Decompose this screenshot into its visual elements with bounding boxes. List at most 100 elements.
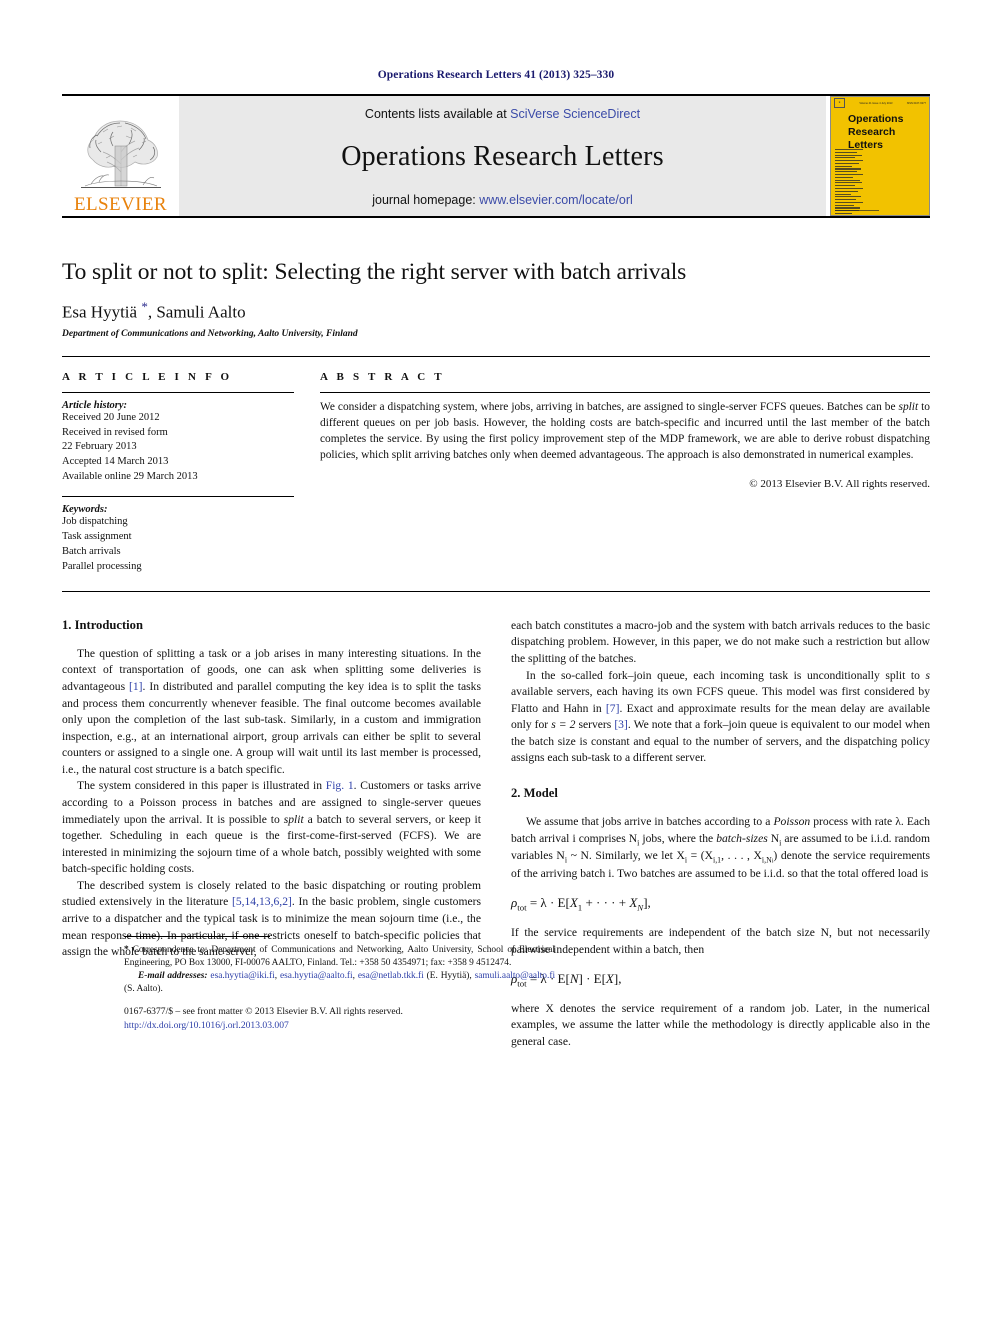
keyword-item: Parallel processing xyxy=(62,560,142,572)
article-history-label: Article history: xyxy=(62,399,128,411)
affiliation: Department of Communications and Network… xyxy=(62,328,358,339)
paper-page: Operations Research Letters 41 (2013) 32… xyxy=(0,0,992,1323)
keywords-rule xyxy=(62,496,294,498)
email-link-3[interactable]: esa@netlab.tkk.fi xyxy=(358,971,424,981)
section-heading-model: 2. Model xyxy=(511,786,558,801)
citation-ref-group[interactable]: [5,14,13,6,2] xyxy=(232,895,292,908)
keywords-list: Job dispatching Task assignment Batch ar… xyxy=(62,515,294,575)
elsevier-tree-icon xyxy=(80,120,161,188)
article-history-list: Received 20 June 2012 Received in revise… xyxy=(62,411,294,486)
email-link-2[interactable]: esa.hyytia@aalto.fi xyxy=(280,971,353,981)
intro-p5-math: s = 2 xyxy=(551,718,576,732)
article-info-rule xyxy=(62,391,294,393)
journal-masthead: ELSEVIER Contents lists available at Sci… xyxy=(62,94,930,216)
email-owner-2: (S. Aalto). xyxy=(124,984,163,995)
journal-homepage-link[interactable]: www.elsevier.com/locate/orl xyxy=(479,193,633,207)
running-head: Operations Research Letters 41 (2013) 32… xyxy=(377,69,615,81)
history-item: Accepted 14 March 2013 xyxy=(62,456,169,468)
citation-ref-3[interactable]: [3] xyxy=(614,718,628,731)
model-paragraph-1: We assume that jobs arrive in batches ac… xyxy=(511,814,930,882)
intro-p5-a: In the so-called fork–join queue, each i… xyxy=(526,668,926,682)
article-info-column: A R T I C L E I N F O Article history: R… xyxy=(62,371,294,575)
title-block: To split or not to split: Selecting the … xyxy=(62,218,930,339)
sciencedirect-link[interactable]: SciVerse ScienceDirect xyxy=(510,107,640,121)
homepage-prefix: journal homepage: xyxy=(372,193,480,207)
history-item: Received 20 June 2012 xyxy=(62,411,160,423)
cover-title-line2: Research xyxy=(848,125,896,138)
citation-ref-7[interactable]: [7] xyxy=(606,702,620,715)
history-item: Available online 29 March 2013 xyxy=(62,471,198,483)
keyword-item: Job dispatching xyxy=(62,516,128,528)
author-list: Esa Hyytiä *, Samuli Aalto xyxy=(62,299,930,323)
contents-available-line: Contents lists available at SciVerse Sci… xyxy=(365,107,640,121)
model-p1-f: ~ N. Similarly, we let X xyxy=(567,849,685,863)
body-columns: 1. Introduction The question of splittin… xyxy=(62,618,930,1051)
intro-p5-d: servers xyxy=(575,718,615,732)
journal-homepage-line: journal homepage: www.elsevier.com/locat… xyxy=(372,193,633,207)
email-link-4[interactable]: samuli.aalto@aalto.fi xyxy=(475,971,555,981)
page-title: To split or not to split: Selecting the … xyxy=(62,259,687,285)
figure-ref-1[interactable]: Fig. 1 xyxy=(326,779,354,792)
intro-paragraph-1: The question of splitting a task or a jo… xyxy=(62,646,481,779)
cover-footer-line xyxy=(835,209,879,211)
model-p1-a: We assume that jobs arrive in batches ac… xyxy=(526,815,774,829)
abstract-rule xyxy=(320,391,930,393)
journal-cover-thumbnail: E Volume 41 Issue 4 July 2013 ISSN 0167-… xyxy=(830,96,930,216)
model-batchsizes-emphasis: batch-sizes xyxy=(716,831,768,845)
model-paragraph-3: where X denotes the service requirement … xyxy=(511,1001,930,1048)
intro-split-emphasis: split xyxy=(283,812,304,826)
abstract-split-emphasis: split xyxy=(898,400,919,413)
info-abstract-block: A R T I C L E I N F O Article history: R… xyxy=(62,355,930,575)
citation-ref-1[interactable]: [1] xyxy=(129,680,143,693)
email-note: E-mail addresses: esa.hyytia@iki.fi, esa… xyxy=(124,970,555,996)
author-first: Esa Hyytiä xyxy=(62,302,142,322)
elsevier-logo: ELSEVIER xyxy=(62,96,179,216)
author-rest: , Samuli Aalto xyxy=(147,302,246,322)
email-owner-1: (E. Hyytiä), xyxy=(426,971,475,982)
journal-banner: Contents lists available at SciVerse Sci… xyxy=(179,96,826,216)
model-p1-c: jobs, where the xyxy=(639,831,717,845)
model-p1-d: N xyxy=(767,831,780,845)
keyword-item: Task assignment xyxy=(62,531,132,543)
footnote-block: * Correspondence to: Department of Commu… xyxy=(124,935,555,997)
cover-volume-text: Volume 41 Issue 4 July 2013 xyxy=(859,101,893,105)
model-paragraph-2: If the service requirements are independ… xyxy=(511,925,930,956)
footnote-rule xyxy=(124,935,270,937)
correspondence-text: Correspondence to: Department of Communi… xyxy=(124,944,555,968)
model-p1-h: , . . . , X xyxy=(721,849,762,863)
email-label: E-mail addresses: xyxy=(138,971,208,982)
left-column: 1. Introduction The question of splittin… xyxy=(62,617,555,1051)
history-item: 22 February 2013 xyxy=(62,441,137,453)
formula-rho-tot-1: ρtot = λ · E[X1 + · · · + XN], xyxy=(511,895,651,913)
cover-contents-lines xyxy=(835,149,863,215)
abstract-column: A B S T R A C T We consider a dispatchin… xyxy=(320,371,930,575)
keywords-label: Keywords: xyxy=(62,504,108,516)
model-p1-g: = (X xyxy=(687,849,714,863)
email-link-1[interactable]: esa.hyytia@iki.fi xyxy=(210,971,274,981)
cover-issn-text: ISSN 0167-6377 xyxy=(906,101,926,105)
elsevier-wordmark: ELSEVIER xyxy=(74,194,167,215)
abstract-heading: A B S T R A C T xyxy=(320,370,445,383)
intro-p2-a: The system considered in this paper is i… xyxy=(77,779,326,793)
cover-topbar: E Volume 41 Issue 4 July 2013 ISSN 0167-… xyxy=(831,97,929,109)
formula-rho-tot-2: ρtot = λ · E[N] · E[X], xyxy=(511,971,622,989)
article-info-heading: A R T I C L E I N F O xyxy=(62,370,233,383)
correspondence-note: * Correspondence to: Department of Commu… xyxy=(124,944,555,970)
footer-issn-block: 0167-6377/$ – see front matter © 2013 El… xyxy=(124,1005,564,1033)
contents-prefix: Contents lists available at xyxy=(364,107,511,121)
intro-p5-s: s xyxy=(925,668,930,682)
section-heading-introduction: 1. Introduction xyxy=(62,617,143,632)
doi-link[interactable]: http://dx.doi.org/10.1016/j.orl.2013.03.… xyxy=(124,1019,564,1033)
journal-title: Operations Research Letters xyxy=(341,141,664,172)
cover-title-line1: Operations xyxy=(848,113,904,125)
intro-paragraph-4: each batch constitutes a macro-job and t… xyxy=(511,618,930,665)
keyword-item: Batch arrivals xyxy=(62,546,121,557)
issn-line: 0167-6377/$ – see front matter © 2013 El… xyxy=(124,1005,403,1017)
model-sub-5: i,1 xyxy=(713,855,722,865)
abstract-part1: We consider a dispatching system, where … xyxy=(320,400,899,413)
model-sub-6: i,N xyxy=(761,855,772,865)
abstract-copyright: © 2013 Elsevier B.V. All rights reserved… xyxy=(749,477,930,490)
history-item: Received in revised form xyxy=(62,426,168,438)
intro-p1-b: . In distributed and parallel computing … xyxy=(62,679,481,776)
intro-paragraph-5: In the so-called fork–join queue, each i… xyxy=(511,668,930,767)
